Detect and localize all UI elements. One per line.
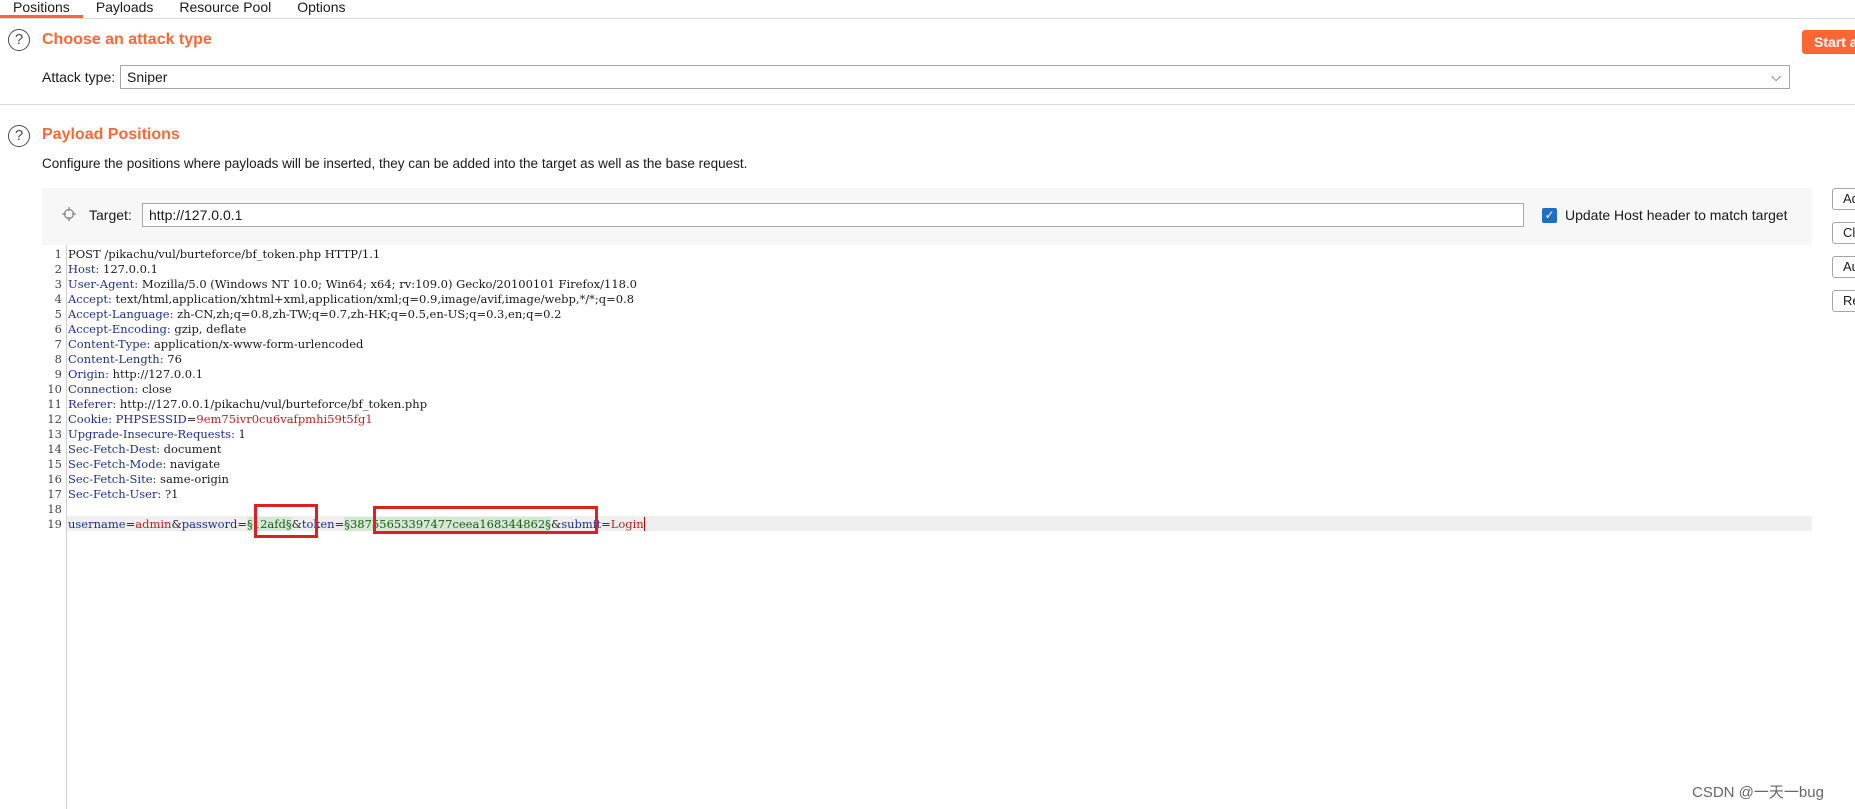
watermark: CSDN @一天一bug [1692,784,1824,801]
target-input[interactable]: http://127.0.0.1 [142,203,1524,227]
line-number: 7 [54,337,62,351]
header-line: Accept-Encoding: gzip, deflate [68,322,247,336]
line-number: 13 [47,427,62,441]
header-line: Accept-Language: zh-CN,zh;q=0.8,zh-TW;q=… [68,307,562,321]
header-line: Upgrade-Insecure-Requests: 1 [68,427,246,441]
line-number: 17 [47,487,62,501]
tab-bar: Positions Payloads Resource Pool Options [0,0,1855,18]
start-attack-button[interactable]: Start attack [1802,30,1855,54]
attack-type-select[interactable]: Sniper ⌵ [120,65,1790,89]
header-line: Host: 127.0.0.1 [68,262,158,276]
clear-markers-button[interactable]: Clear § [1832,222,1855,244]
attack-type-value: Sniper [127,69,168,85]
header-line: Sec-Fetch-Site: same-origin [68,472,229,486]
update-host-checkbox[interactable]: ✓ [1542,208,1557,223]
help-icon[interactable]: ? [8,125,30,147]
annotation-box-password [254,504,318,538]
header-line: Sec-Fetch-Dest: document [68,442,222,456]
line-number: 15 [47,457,62,471]
header-line: Connection: close [68,382,172,396]
crosshair-icon [62,207,76,221]
header-line: Accept: text/html,application/xhtml+xml,… [68,292,635,306]
header-line: Content-Type: application/x-www-form-url… [68,337,364,351]
attack-type-title: Choose an attack type [42,31,212,48]
line-number: 12 [47,412,62,426]
target-label: Target: [89,207,132,223]
header-line: Sec-Fetch-Mode: navigate [68,457,221,471]
line-number: 2 [54,262,62,276]
line-number: 8 [54,352,62,366]
refresh-button[interactable]: Refresh [1832,290,1855,312]
line-number: 4 [54,292,62,306]
add-marker-button[interactable]: Add § [1832,188,1855,210]
line-number: 11 [47,397,62,411]
header-line: Sec-Fetch-User: ?1 [68,487,179,501]
section-divider [0,104,1855,105]
tab-payloads[interactable]: Payloads [83,0,167,18]
line-number: 5 [54,307,62,321]
line-number: 3 [54,277,62,291]
chevron-down-icon: ⌵ [1771,69,1781,84]
auto-markers-button[interactable]: Auto § [1832,256,1855,278]
payload-positions-description: Configure the positions where payloads w… [42,156,748,171]
cookie-line: Cookie: PHPSESSID=9em75ivr0cu6vafpmhi59t… [68,412,373,426]
header-line: User-Agent: Mozilla/5.0 (Windows NT 10.0… [68,277,637,291]
line-number: 16 [47,472,62,486]
tab-resource-pool[interactable]: Resource Pool [166,0,284,18]
line-number: 19 [47,517,62,531]
tab-positions[interactable]: Positions [0,0,83,18]
attack-type-label: Attack type: [42,69,116,85]
annotation-box-token [373,506,598,534]
payload-positions-title: Payload Positions [42,126,180,143]
tab-options[interactable]: Options [284,0,358,18]
line-number: 6 [54,322,62,336]
header-line: Content-Length: 76 [68,352,182,366]
line-number: 18 [47,502,62,516]
line-number: 9 [54,367,62,381]
line-number: 14 [47,442,62,456]
line-number: 10 [47,382,62,396]
update-host-label: Update Host header to match target [1565,207,1788,223]
tabs-divider [0,18,1855,19]
help-icon[interactable]: ? [8,29,30,51]
line-number: 1 [54,247,62,261]
header-line: Referer: http://127.0.0.1/pikachu/vul/bu… [68,397,428,411]
header-line: Origin: http://127.0.0.1 [68,367,204,381]
request-line: POST /pikachu/vul/burteforce/bf_token.ph… [68,247,381,261]
